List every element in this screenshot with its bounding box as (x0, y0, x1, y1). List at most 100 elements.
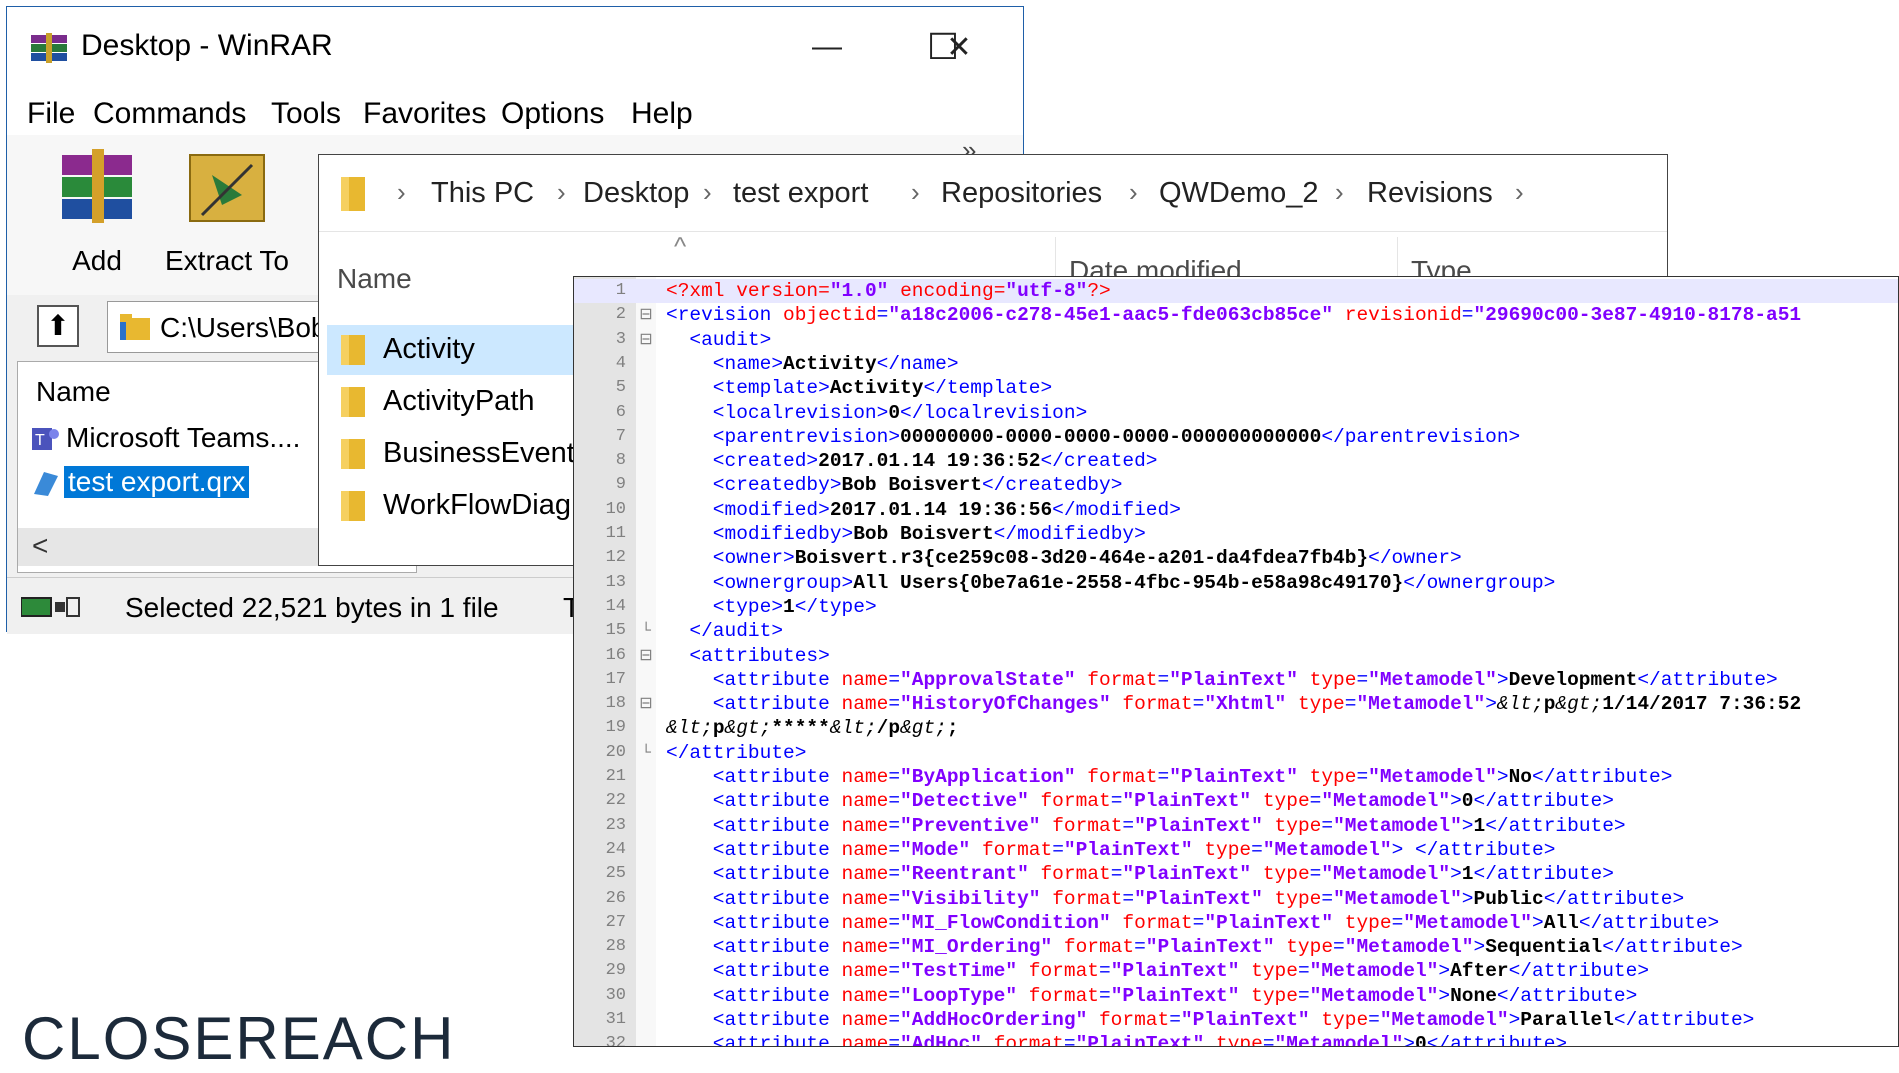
code-line[interactable]: 2 ⊟ <revision objectid="a18c2006-c278-45e1… (574, 303, 1898, 327)
code-line[interactable]: 30 <attribute name="LoopType" format="Pl… (574, 984, 1898, 1008)
close-button[interactable]: ✕ (929, 19, 989, 75)
breadcrumb-repositories[interactable]: Repositories (941, 177, 1102, 210)
code-token: &gt; (900, 717, 947, 740)
breadcrumb-revisions[interactable]: Revisions (1367, 177, 1493, 210)
code-token: = (1099, 960, 1111, 983)
code-line[interactable]: 27 <attribute name="MI_FlowCondition" fo… (574, 911, 1898, 935)
code-line[interactable]: 12 <owner>Boisvert.r3{ce259c08-3d20-464e… (574, 546, 1898, 570)
code-line[interactable]: 4 <name>Activity</name> (574, 352, 1898, 376)
fold-marker-icon[interactable]: ⊟ (638, 692, 654, 716)
code-text: <attribute name="LoopType" format="Plain… (666, 984, 1638, 1008)
menu-tools[interactable]: Tools (271, 97, 341, 131)
code-line[interactable]: 5 <template>Activity</template> (574, 376, 1898, 400)
code-line[interactable]: 9 <createdby>Bob Boisvert</createdby> (574, 473, 1898, 497)
fold-marker-icon[interactable]: ⊟ (638, 303, 654, 327)
code-token: format (1087, 766, 1158, 788)
status-text: Selected 22,521 bytes in 1 file (125, 592, 499, 623)
code-token: Sequential (1485, 936, 1603, 959)
up-folder-button[interactable]: ⬆ (37, 305, 79, 347)
code-line[interactable]: 31 <attribute name="AddHocOrdering" form… (574, 1008, 1898, 1032)
code-line[interactable]: 24 <attribute name="Mode" format="PlainT… (574, 838, 1898, 862)
add-button[interactable]: Add (37, 145, 157, 295)
breadcrumb-desktop[interactable]: Desktop (583, 177, 689, 210)
code-token: "ByApplication" (900, 766, 1076, 788)
code-token: "Metamodel" (1333, 814, 1462, 837)
code-line[interactable]: 32 <attribute name="AdHoc" format="Plain… (574, 1032, 1898, 1046)
code-token: type (1286, 936, 1334, 959)
code-token: Bob Boisvert (841, 474, 982, 497)
folder-item-workflowdiagram[interactable]: WorkFlowDiag (327, 481, 587, 531)
breadcrumb-qwdemo[interactable]: QWDemo_2 (1159, 177, 1319, 210)
code-line[interactable]: 26 <attribute name="Visibility" format="… (574, 887, 1898, 911)
code-line[interactable]: 13 <ownergroup>All Users{0be7a61e-2558-4… (574, 571, 1898, 595)
code-line[interactable]: 3 ⊟ <audit> (574, 328, 1898, 352)
code-line[interactable]: 23 <attribute name="Preventive" format="… (574, 814, 1898, 838)
column-header-name[interactable]: Name (36, 376, 111, 408)
line-number: 10 (605, 499, 626, 519)
menu-favorites[interactable]: Favorites (363, 97, 486, 131)
extract-to-button[interactable]: Extract To (165, 145, 289, 295)
code-token: = (1122, 887, 1135, 910)
code-line[interactable]: 29 <attribute name="TestTime" format="Pl… (574, 959, 1898, 983)
code-token: "Metamodel" (1309, 984, 1439, 1007)
code-line[interactable]: 21 <attribute name="ByApplication" forma… (574, 765, 1898, 789)
menu-help[interactable]: Help (631, 97, 693, 131)
menu-commands[interactable]: Commands (93, 97, 246, 131)
fold-marker-icon[interactable]: └ (638, 619, 654, 643)
winrar-titlebar[interactable]: Desktop - WinRAR — ☐ (7, 7, 1023, 87)
code-token: = (1134, 936, 1146, 959)
code-token: "AddHocOrdering" (900, 1009, 1088, 1031)
code-line[interactable]: 8 <created>2017.01.14 19:36:52</created> (574, 449, 1898, 473)
code-token: name (841, 936, 889, 959)
code-line[interactable]: 15 └ </audit> (574, 619, 1898, 643)
code-line[interactable]: 19 &lt;p&gt;*****&lt;/p&gt;; (574, 716, 1898, 740)
code-line[interactable]: 14 <type>1</type> (574, 595, 1898, 619)
code-token: "Metamodel" (1321, 863, 1451, 886)
code-line[interactable]: 20 └ </attribute> (574, 741, 1898, 765)
code-line[interactable]: 17 <attribute name="ApprovalState" forma… (574, 668, 1898, 692)
folder-item-activity[interactable]: Activity (327, 325, 587, 375)
code-line[interactable]: 16 ⊟ <attributes> (574, 644, 1898, 668)
line-number: 3 (615, 329, 626, 349)
column-header-name[interactable]: Name (337, 263, 412, 295)
folder-item-businessevent[interactable]: BusinessEvent (327, 429, 587, 479)
menu-file[interactable]: File (27, 97, 75, 131)
code-token: </attribute> (1485, 814, 1626, 837)
code-token: </attribute> (1637, 668, 1778, 691)
code-line[interactable]: 7 <parentrevision>00000000-0000-0000-000… (574, 425, 1898, 449)
code-token: = (888, 668, 901, 691)
code-token: "Xhtml" (1204, 693, 1287, 716)
menu-options[interactable]: Options (501, 97, 604, 131)
code-text: <attribute name="Detective" format="Plai… (666, 789, 1614, 813)
code-line[interactable]: 22 <attribute name="Detective" format="P… (574, 789, 1898, 813)
xml-editor[interactable]: 1 <?xml version="1.0" encoding="utf-8"?> 2… (573, 276, 1899, 1047)
breadcrumb[interactable]: › This PC › Desktop › test export › Repo… (319, 155, 1667, 232)
code-token: format (1028, 984, 1099, 1007)
fold-marker-icon[interactable]: ⊟ (638, 644, 654, 668)
code-line[interactable]: 6 <localrevision>0</localrevision> (574, 401, 1898, 425)
code-text: <localrevision>0</localrevision> (666, 401, 1087, 425)
code-line[interactable]: 1 <?xml version="1.0" encoding="utf-8"?> (574, 279, 1898, 304)
code-token: <modifiedby> (666, 523, 854, 545)
fold-marker-icon[interactable]: └ (638, 741, 654, 765)
code-line[interactable]: 25 <attribute name="Reentrant" format="P… (574, 862, 1898, 886)
line-number: 30 (605, 985, 626, 1005)
code-line[interactable]: 10 <modified>2017.01.14 19:36:56</modifi… (574, 498, 1898, 522)
code-line[interactable]: 28 <attribute name="MI_Ordering" format=… (574, 935, 1898, 959)
minimize-button[interactable]: — (797, 19, 857, 75)
breadcrumb-this-pc[interactable]: This PC (431, 177, 534, 210)
folder-item-activitypath[interactable]: ActivityPath (327, 377, 587, 427)
code-line[interactable]: 11 <modifiedby>Bob Boisvert</modifiedby> (574, 522, 1898, 546)
code-token: "1.0" (829, 280, 889, 302)
scroll-left-button[interactable]: < (32, 530, 48, 562)
code-token: name (841, 887, 889, 910)
code-line[interactable]: 18 ⊟ <attribute name="HistoryOfChanges" f… (574, 692, 1898, 716)
fold-marker-icon[interactable]: ⊟ (638, 328, 654, 352)
breadcrumb-test-export[interactable]: test export (733, 177, 868, 210)
code-token: format (1087, 668, 1158, 691)
code-token: > (1438, 960, 1451, 983)
